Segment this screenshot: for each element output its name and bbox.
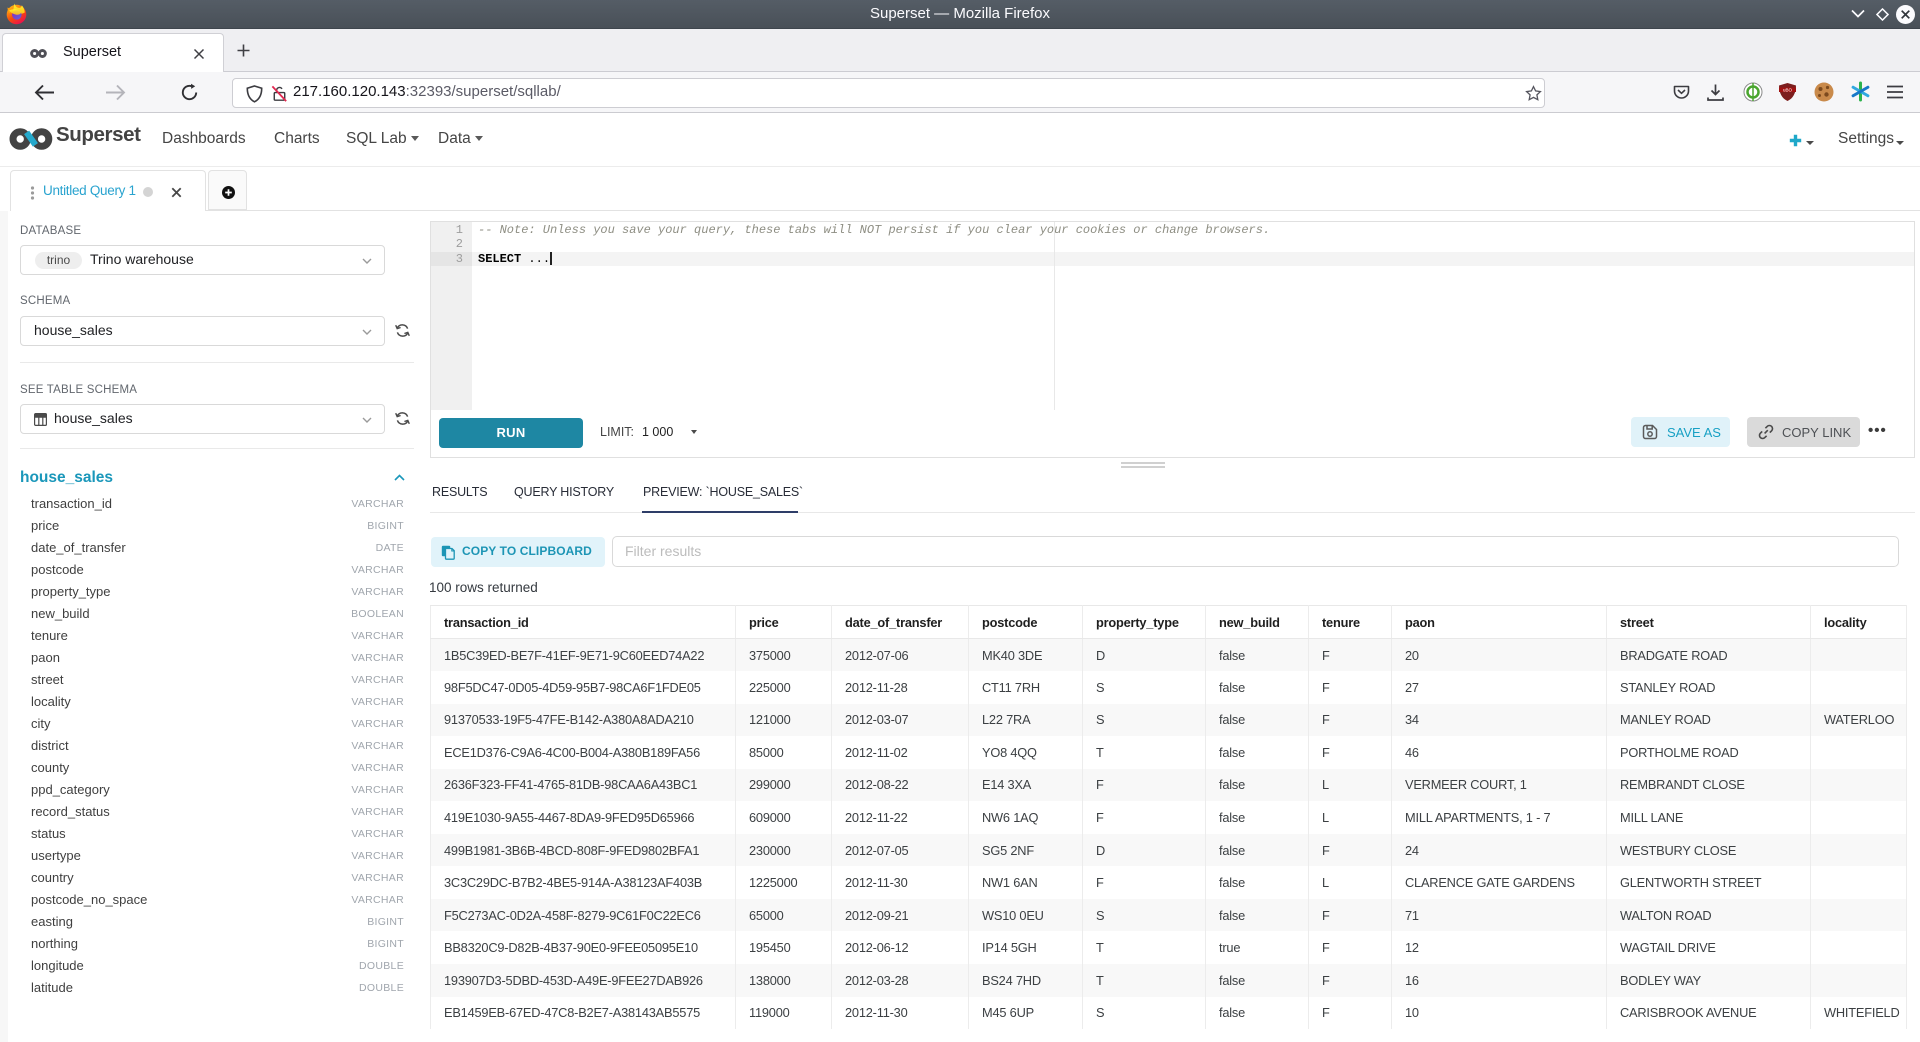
- svg-text:uBO: uBO: [1783, 87, 1793, 92]
